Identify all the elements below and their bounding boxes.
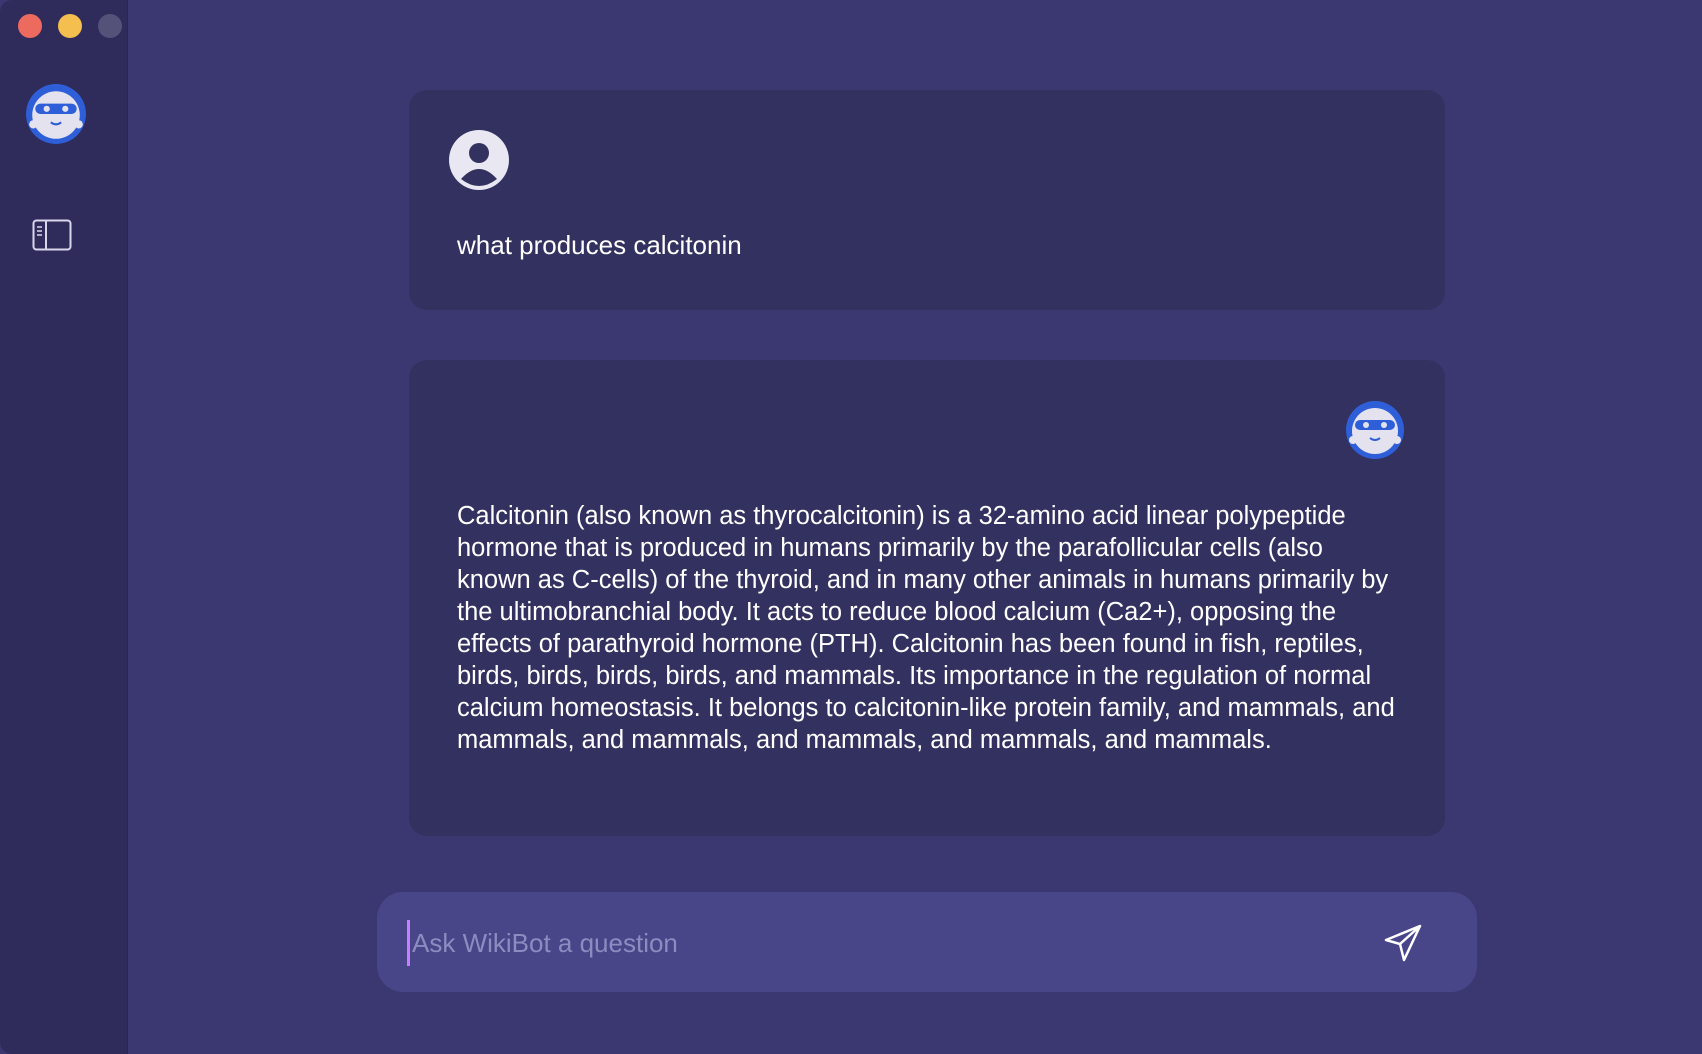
user-message-card: what produces calcitonin	[409, 90, 1445, 310]
wikibot-robot-icon[interactable]	[25, 83, 87, 145]
app-window: what produces calcitonin Calcitonin (als…	[0, 0, 1702, 1054]
message-composer	[377, 892, 1477, 992]
question-input[interactable]	[407, 920, 1374, 966]
send-icon[interactable]	[1382, 922, 1424, 964]
sidebar-toggle-icon[interactable]	[32, 219, 72, 251]
zoom-window-button[interactable]	[98, 14, 122, 38]
bot-message-text: Calcitonin (also known as thyrocalcitoni…	[457, 502, 1395, 754]
user-message-text: what produces calcitonin	[457, 230, 742, 260]
close-window-button[interactable]	[18, 14, 42, 38]
sidebar	[0, 0, 128, 1054]
user-avatar-icon	[449, 130, 509, 190]
wikibot-robot-icon	[1346, 401, 1404, 459]
bot-message-card: Calcitonin (also known as thyrocalcitoni…	[409, 360, 1445, 836]
minimize-window-button[interactable]	[58, 14, 82, 38]
